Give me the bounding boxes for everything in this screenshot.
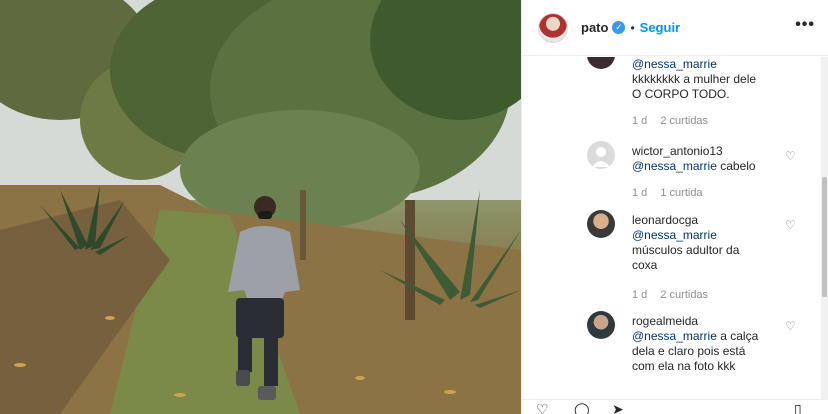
more-options-icon[interactable]: ••• [795, 16, 815, 34]
comment-line: cabelo [720, 159, 756, 173]
comment-time[interactable]: 1 d [632, 289, 647, 301]
comment-username[interactable]: leonardocga [632, 213, 698, 227]
comment-line: com ela na foto kkk [632, 359, 736, 373]
follow-button[interactable]: Seguir [640, 20, 680, 35]
comment-time[interactable]: 1 d [632, 115, 647, 127]
share-icon[interactable]: ➤ [612, 402, 624, 414]
comment-meta: 1 d 2 curtidas [632, 289, 718, 301]
post-photo [0, 0, 521, 414]
commenter-avatar[interactable] [587, 311, 615, 339]
verified-badge-icon: ✓ [612, 21, 626, 34]
comment-mention[interactable]: @nessa_marrie [632, 228, 717, 242]
comments-list: @nessa_marrie kkkkkkkk a mulher dele O C… [522, 57, 822, 399]
comment-line: a calça [720, 329, 759, 343]
comment-text: @nessa_marrie kkkkkkkk a mulher dele O C… [632, 57, 782, 102]
post-actions-bar: ♡ ◯ ➤ ▯ [522, 399, 828, 414]
photo-scene [0, 0, 521, 414]
commenter-avatar[interactable] [587, 141, 615, 169]
post-header: pato ✓ • Seguir ••• [522, 0, 828, 56]
comment-line: músculos adultor da [632, 243, 740, 257]
comment-likes[interactable]: 1 curtida [660, 187, 702, 199]
comments-scrollbar[interactable] [821, 57, 828, 399]
comment-line: kkkkkkkk a mulher dele [632, 72, 757, 86]
comment-like-heart-icon[interactable]: ♡ [785, 149, 796, 163]
bookmark-icon[interactable]: ▯ [794, 402, 802, 414]
comment-line: coxa [632, 258, 658, 272]
commenter-avatar[interactable] [587, 210, 615, 238]
comment-likes[interactable]: 2 curtidas [660, 289, 708, 301]
author-avatar[interactable] [538, 12, 568, 43]
comment-like-heart-icon[interactable]: ♡ [785, 319, 796, 333]
post-side-panel: pato ✓ • Seguir ••• @nessa_marrie kkkkkk… [521, 0, 828, 414]
comment-text: wictor_antonio13 @nessa_marrie cabelo [632, 144, 782, 174]
comment-mention[interactable]: @nessa_marrie [632, 57, 717, 71]
comment-line: O CORPO TODO. [632, 87, 730, 101]
comment-text: leonardocga @nessa_marrie músculos adult… [632, 213, 782, 273]
comment-likes[interactable]: 2 curtidas [660, 115, 708, 127]
comment-like-heart-icon[interactable]: ♡ [785, 218, 796, 232]
comment-mention[interactable]: @nessa_marrie [632, 159, 717, 173]
comment-icon[interactable]: ◯ [574, 402, 590, 414]
comment-line: dela e claro pois está [632, 344, 746, 358]
comment-time[interactable]: 1 d [632, 187, 647, 199]
author-username[interactable]: pato [581, 20, 608, 35]
comment-username[interactable]: wictor_antonio13 [632, 144, 723, 158]
heart-icon[interactable]: ♡ [536, 402, 549, 414]
comment-meta: 1 d 1 curtida [632, 187, 713, 199]
comment-mention[interactable]: @nessa_marrie [632, 329, 717, 343]
comment-meta: 1 d 2 curtidas [632, 115, 718, 127]
scrollbar-thumb[interactable] [822, 177, 827, 297]
commenter-avatar[interactable] [587, 57, 615, 69]
comment-username[interactable]: rogealmeida [632, 314, 698, 328]
comment-text: rogealmeida @nessa_marrie a calça dela e… [632, 314, 782, 374]
header-separator: • [630, 20, 635, 35]
